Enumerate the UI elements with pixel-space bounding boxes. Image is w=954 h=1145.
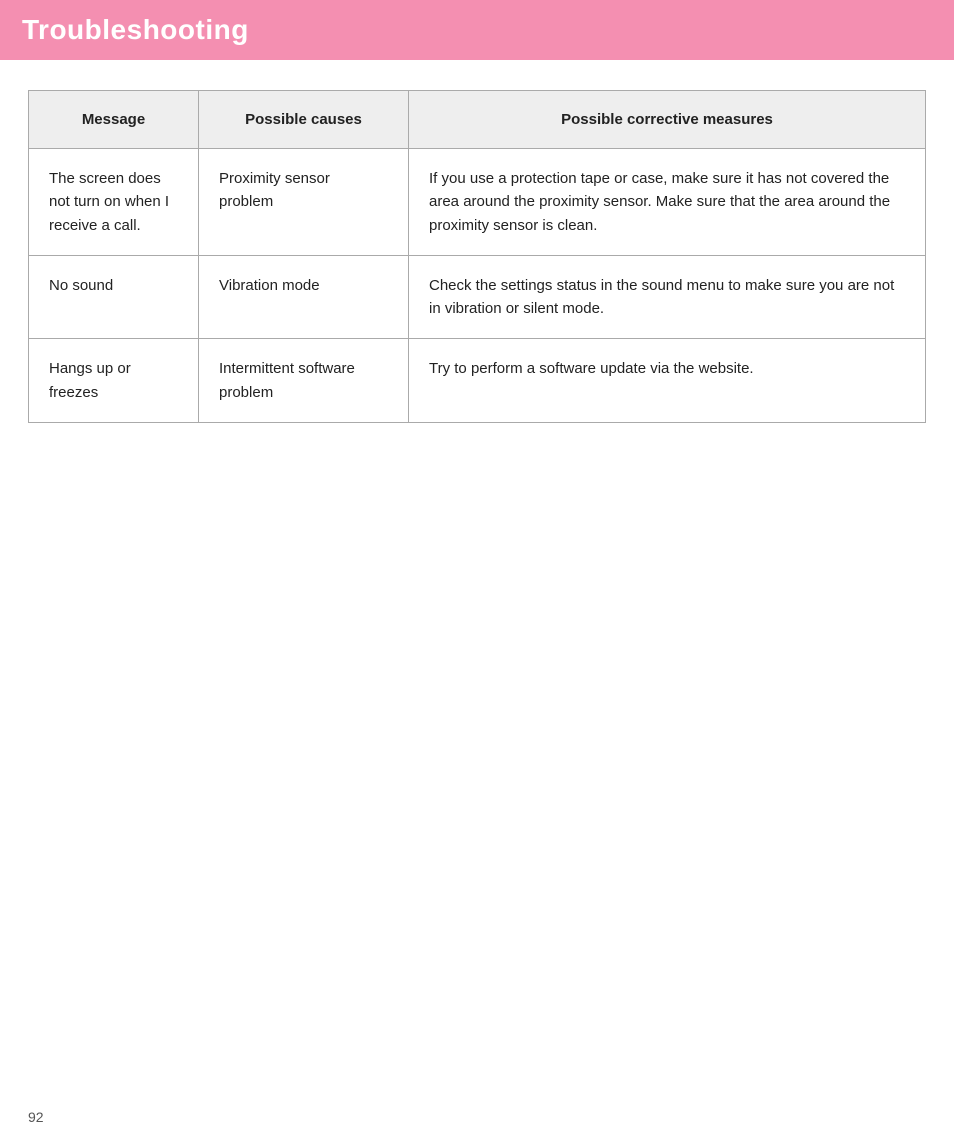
cell-measure-1: Check the settings status in the sound m… bbox=[409, 255, 926, 339]
cell-cause-1: Vibration mode bbox=[199, 255, 409, 339]
table-header-row: Message Possible causes Possible correct… bbox=[29, 91, 926, 149]
cell-cause-2: Intermittent software problem bbox=[199, 339, 409, 423]
table-row: No soundVibration modeCheck the settings… bbox=[29, 255, 926, 339]
cell-measure-0: If you use a protection tape or case, ma… bbox=[409, 149, 926, 256]
cell-measure-2: Try to perform a software update via the… bbox=[409, 339, 926, 423]
table-row: Hangs up or freezesIntermittent software… bbox=[29, 339, 926, 423]
header-message: Message bbox=[29, 91, 199, 149]
page-number: 92 bbox=[28, 1109, 44, 1125]
cell-message-0: The screen does not turn on when I recei… bbox=[29, 149, 199, 256]
page-title: Troubleshooting bbox=[22, 14, 932, 46]
content-area: Message Possible causes Possible correct… bbox=[0, 60, 954, 463]
cell-message-1: No sound bbox=[29, 255, 199, 339]
cell-cause-0: Proximity sensor problem bbox=[199, 149, 409, 256]
table-row: The screen does not turn on when I recei… bbox=[29, 149, 926, 256]
header-measures: Possible corrective measures bbox=[409, 91, 926, 149]
cell-message-2: Hangs up or freezes bbox=[29, 339, 199, 423]
header-causes: Possible causes bbox=[199, 91, 409, 149]
page-header: Troubleshooting bbox=[0, 0, 954, 60]
troubleshooting-table: Message Possible causes Possible correct… bbox=[28, 90, 926, 423]
